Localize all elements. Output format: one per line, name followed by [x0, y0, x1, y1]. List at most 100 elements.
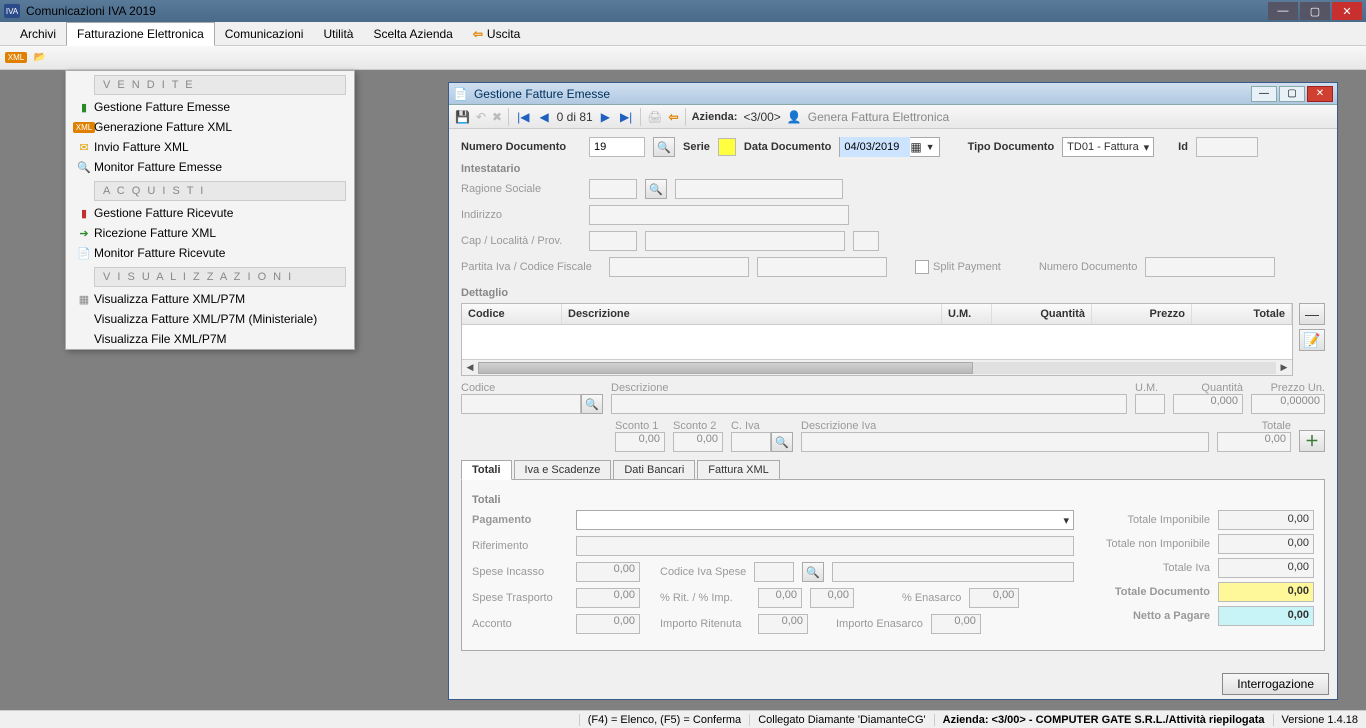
window-maximize-button[interactable]: ▢ [1300, 2, 1330, 20]
localita-field [645, 231, 845, 251]
edit-qta-field[interactable]: 0,000 [1173, 394, 1243, 414]
tab-fattura-xml[interactable]: Fattura XML [697, 460, 780, 480]
menu-generazione-fatture-xml[interactable]: XMLGenerazione Fatture XML [66, 117, 354, 137]
app-titlebar: IVA Comunicazioni IVA 2019 — ▢ ✕ [0, 0, 1366, 22]
delete-icon[interactable]: ✖ [492, 110, 502, 124]
menu-uscita[interactable]: ⇦ Uscita [463, 23, 530, 45]
edit-descr-iva-field[interactable] [801, 432, 1209, 452]
fatturazione-dropdown: V E N D I T E ▮Gestione Fatture Emesse X… [65, 70, 355, 350]
edit-qta-label: Quantità [1173, 382, 1243, 394]
back-arrow-icon[interactable]: ⇦ [669, 110, 679, 124]
tab-totali[interactable]: Totali [461, 460, 512, 480]
save-icon[interactable]: 💾 [455, 110, 470, 124]
col-descrizione[interactable]: Descrizione [562, 304, 942, 324]
grid-scrollbar[interactable]: ◀ ▶ [462, 359, 1292, 375]
edit-civa-field[interactable] [731, 432, 771, 452]
data-documento-picker[interactable]: ▦ ▼ [839, 137, 939, 157]
dettaglio-grid[interactable]: Codice Descrizione U.M. Quantità Prezzo … [461, 303, 1293, 376]
intestatario-legend: Intestatario [461, 163, 1325, 175]
totali-legend: Totali [472, 494, 1314, 506]
enasarco-field[interactable]: 0,00 [969, 588, 1019, 608]
undo-icon[interactable]: ↶ [476, 110, 486, 124]
edit-codice-field[interactable] [461, 394, 581, 414]
child-maximize-button[interactable]: ▢ [1279, 86, 1305, 102]
edit-um-field[interactable] [1135, 394, 1165, 414]
numero-documento-input[interactable] [589, 137, 645, 157]
acconto-field[interactable]: 0,00 [576, 614, 640, 634]
riferimento-field[interactable] [576, 536, 1074, 556]
numero-documento-lookup[interactable]: 🔍 [653, 137, 675, 157]
date-dropdown-icon[interactable]: ▼ [922, 142, 939, 152]
scroll-thumb[interactable] [478, 362, 973, 374]
split-payment-checkbox[interactable] [915, 260, 929, 274]
edit-descr-field[interactable] [611, 394, 1127, 414]
edit-sconto1-field[interactable]: 0,00 [615, 432, 665, 452]
col-um[interactable]: U.M. [942, 304, 992, 324]
col-quantita[interactable]: Quantità [992, 304, 1092, 324]
grid-body[interactable] [462, 325, 1292, 359]
edit-sconto2-field[interactable]: 0,00 [673, 432, 723, 452]
edit-um-label: U.M. [1135, 382, 1165, 394]
tab-iva-scadenze[interactable]: Iva e Scadenze [514, 460, 612, 480]
dropdown-header-vendite: V E N D I T E [94, 75, 346, 95]
menu-fatturazione-elettronica[interactable]: Fatturazione Elettronica [66, 22, 215, 46]
col-prezzo[interactable]: Prezzo [1092, 304, 1192, 324]
toolbar-folder-icon[interactable]: 📂 [30, 49, 50, 67]
spese-incasso-field[interactable]: 0,00 [576, 562, 640, 582]
menu-ricezione-fatture-xml[interactable]: ➔Ricezione Fatture XML [66, 223, 354, 243]
interrogazione-button[interactable]: Interrogazione [1222, 673, 1329, 695]
grid-remove-button[interactable]: — [1299, 303, 1325, 325]
col-codice[interactable]: Codice [462, 304, 562, 324]
menu-visualizza-fatture-p7m[interactable]: ▦Visualizza Fatture XML/P7M [66, 289, 354, 309]
menu-gestione-fatture-emesse[interactable]: ▮Gestione Fatture Emesse [66, 97, 354, 117]
cf-field [757, 257, 887, 277]
menu-monitor-fatture-ricevute[interactable]: 📄Monitor Fatture Ricevute [66, 243, 354, 263]
netto-a-pagare-label: Netto a Pagare [1133, 610, 1210, 622]
grid-edit-button[interactable]: 📝 [1299, 329, 1325, 351]
menu-comunicazioni[interactable]: Comunicazioni [215, 23, 314, 45]
scroll-left-icon[interactable]: ◀ [462, 362, 478, 373]
menu-scelta-azienda[interactable]: Scelta Azienda [363, 23, 462, 45]
xml-icon: XML [74, 122, 94, 133]
window-close-button[interactable]: ✕ [1332, 2, 1362, 20]
menu-invio-fatture-xml[interactable]: ✉Invio Fatture XML [66, 137, 354, 157]
edit-codice-lookup[interactable]: 🔍 [581, 394, 603, 414]
ragione-name [675, 179, 843, 199]
head-icon[interactable]: 👤 [787, 110, 802, 124]
codice-iva-spese-field[interactable] [754, 562, 794, 582]
totale-imponibile-value: 0,00 [1218, 510, 1314, 530]
print-icon[interactable]: 🖨 [647, 110, 662, 124]
nav-next-button[interactable]: ▶ [599, 110, 612, 124]
nav-prev-button[interactable]: ◀ [537, 110, 550, 124]
tab-dati-bancari[interactable]: Dati Bancari [613, 460, 695, 480]
pagamento-combo[interactable]: ▾ [576, 510, 1074, 530]
window-minimize-button[interactable]: — [1268, 2, 1298, 20]
totale-documento-value: 0,00 [1218, 582, 1314, 602]
toolbar-xml-icon[interactable]: XML [6, 49, 26, 67]
scroll-right-icon[interactable]: ▶ [1276, 362, 1292, 373]
nav-last-button[interactable]: ▶| [618, 110, 634, 124]
edit-civa-lookup[interactable]: 🔍 [771, 432, 793, 452]
menu-visualizza-fatture-ministeriale[interactable]: Visualizza Fatture XML/P7M (Ministeriale… [66, 309, 354, 329]
id-label: Id [1178, 141, 1188, 153]
edit-prezzo-field[interactable]: 0,00000 [1251, 394, 1325, 414]
rit-field[interactable]: 0,00 [758, 588, 802, 608]
genera-fattura-label[interactable]: Genera Fattura Elettronica [808, 110, 949, 124]
child-minimize-button[interactable]: — [1251, 86, 1277, 102]
menu-visualizza-file-p7m[interactable]: Visualizza File XML/P7M [66, 329, 354, 349]
imp-field[interactable]: 0,00 [810, 588, 854, 608]
menu-archivi[interactable]: Archivi [10, 23, 66, 45]
menu-utilita[interactable]: Utilità [313, 23, 363, 45]
child-close-button[interactable]: ✕ [1307, 86, 1333, 102]
tipo-documento-combo[interactable]: TD01 - Fattura▾ [1062, 137, 1154, 157]
spese-trasporto-field[interactable]: 0,00 [576, 588, 640, 608]
menu-monitor-fatture-emesse[interactable]: 🔍Monitor Fatture Emesse [66, 157, 354, 177]
col-totale[interactable]: Totale [1192, 304, 1292, 324]
data-documento-input[interactable] [840, 137, 910, 157]
grid-add-button[interactable]: ＋ [1299, 430, 1325, 452]
ragione-lookup[interactable]: 🔍 [645, 179, 667, 199]
menu-gestione-fatture-ricevute[interactable]: ▮Gestione Fatture Ricevute [66, 203, 354, 223]
nav-first-button[interactable]: |◀ [515, 110, 531, 124]
codice-iva-spese-lookup[interactable]: 🔍 [802, 562, 824, 582]
calendar-icon[interactable]: ▦ [910, 140, 921, 154]
